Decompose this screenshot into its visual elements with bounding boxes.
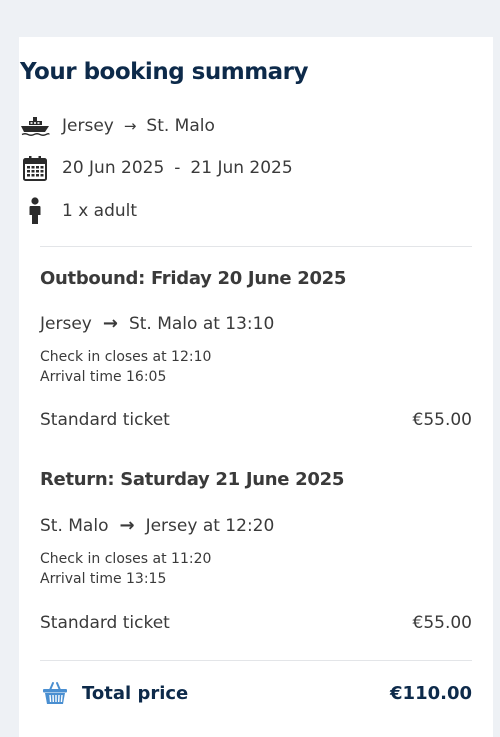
outbound-check-in: Check in closes at 12:10 bbox=[40, 349, 211, 365]
basket-icon bbox=[40, 681, 70, 705]
outbound-to: St. Malo at 13:10 bbox=[129, 314, 274, 334]
arrow-right-icon: → bbox=[103, 313, 118, 334]
return-arrival: Arrival time 13:15 bbox=[40, 571, 166, 587]
summary-passengers: 1 x adult bbox=[62, 201, 137, 221]
outbound-route: Jersey → St. Malo at 13:10 bbox=[40, 313, 274, 334]
outbound-ticket-label: Standard ticket bbox=[40, 410, 170, 430]
return-ticket-row: Standard ticket €55.00 bbox=[40, 613, 472, 633]
summary-route-row: Jersey → St. Malo bbox=[20, 116, 215, 136]
outbound-heading: Outbound: Friday 20 June 2025 bbox=[40, 268, 346, 289]
total-price-label: Total price bbox=[82, 683, 188, 704]
return-from: St. Malo bbox=[40, 516, 108, 536]
return-ticket-label: Standard ticket bbox=[40, 613, 170, 633]
outbound-ticket-price: €55.00 bbox=[413, 410, 472, 430]
arrow-right-icon: → bbox=[119, 515, 134, 536]
summary-passengers-row: 1 x adult bbox=[20, 197, 137, 225]
calendar-icon bbox=[20, 155, 50, 181]
outbound-ticket-row: Standard ticket €55.00 bbox=[40, 410, 472, 430]
return-ticket-price: €55.00 bbox=[413, 613, 472, 633]
return-heading: Return: Saturday 21 June 2025 bbox=[40, 469, 344, 490]
divider bbox=[40, 660, 472, 661]
summary-route-from: Jersey bbox=[62, 116, 114, 136]
summary-date-to: 21 Jun 2025 bbox=[190, 158, 292, 178]
person-icon bbox=[20, 197, 50, 225]
booking-summary-title: Your booking summary bbox=[20, 59, 308, 85]
return-check-in: Check in closes at 11:20 bbox=[40, 551, 211, 567]
total-price-amount: €110.00 bbox=[390, 683, 472, 704]
summary-dates-row: 20 Jun 2025 - 21 Jun 2025 bbox=[20, 155, 293, 181]
return-route: St. Malo → Jersey at 12:20 bbox=[40, 515, 274, 536]
divider bbox=[40, 246, 472, 247]
summary-date-from: 20 Jun 2025 bbox=[62, 158, 164, 178]
outbound-from: Jersey bbox=[40, 314, 92, 334]
outbound-arrival: Arrival time 16:05 bbox=[40, 369, 166, 385]
date-separator: - bbox=[174, 158, 180, 178]
summary-route-to: St. Malo bbox=[146, 116, 214, 136]
total-row: Total price €110.00 bbox=[40, 681, 472, 705]
arrow-right-icon: → bbox=[124, 117, 137, 135]
ferry-icon bbox=[20, 116, 50, 136]
return-to: Jersey at 12:20 bbox=[146, 516, 275, 536]
